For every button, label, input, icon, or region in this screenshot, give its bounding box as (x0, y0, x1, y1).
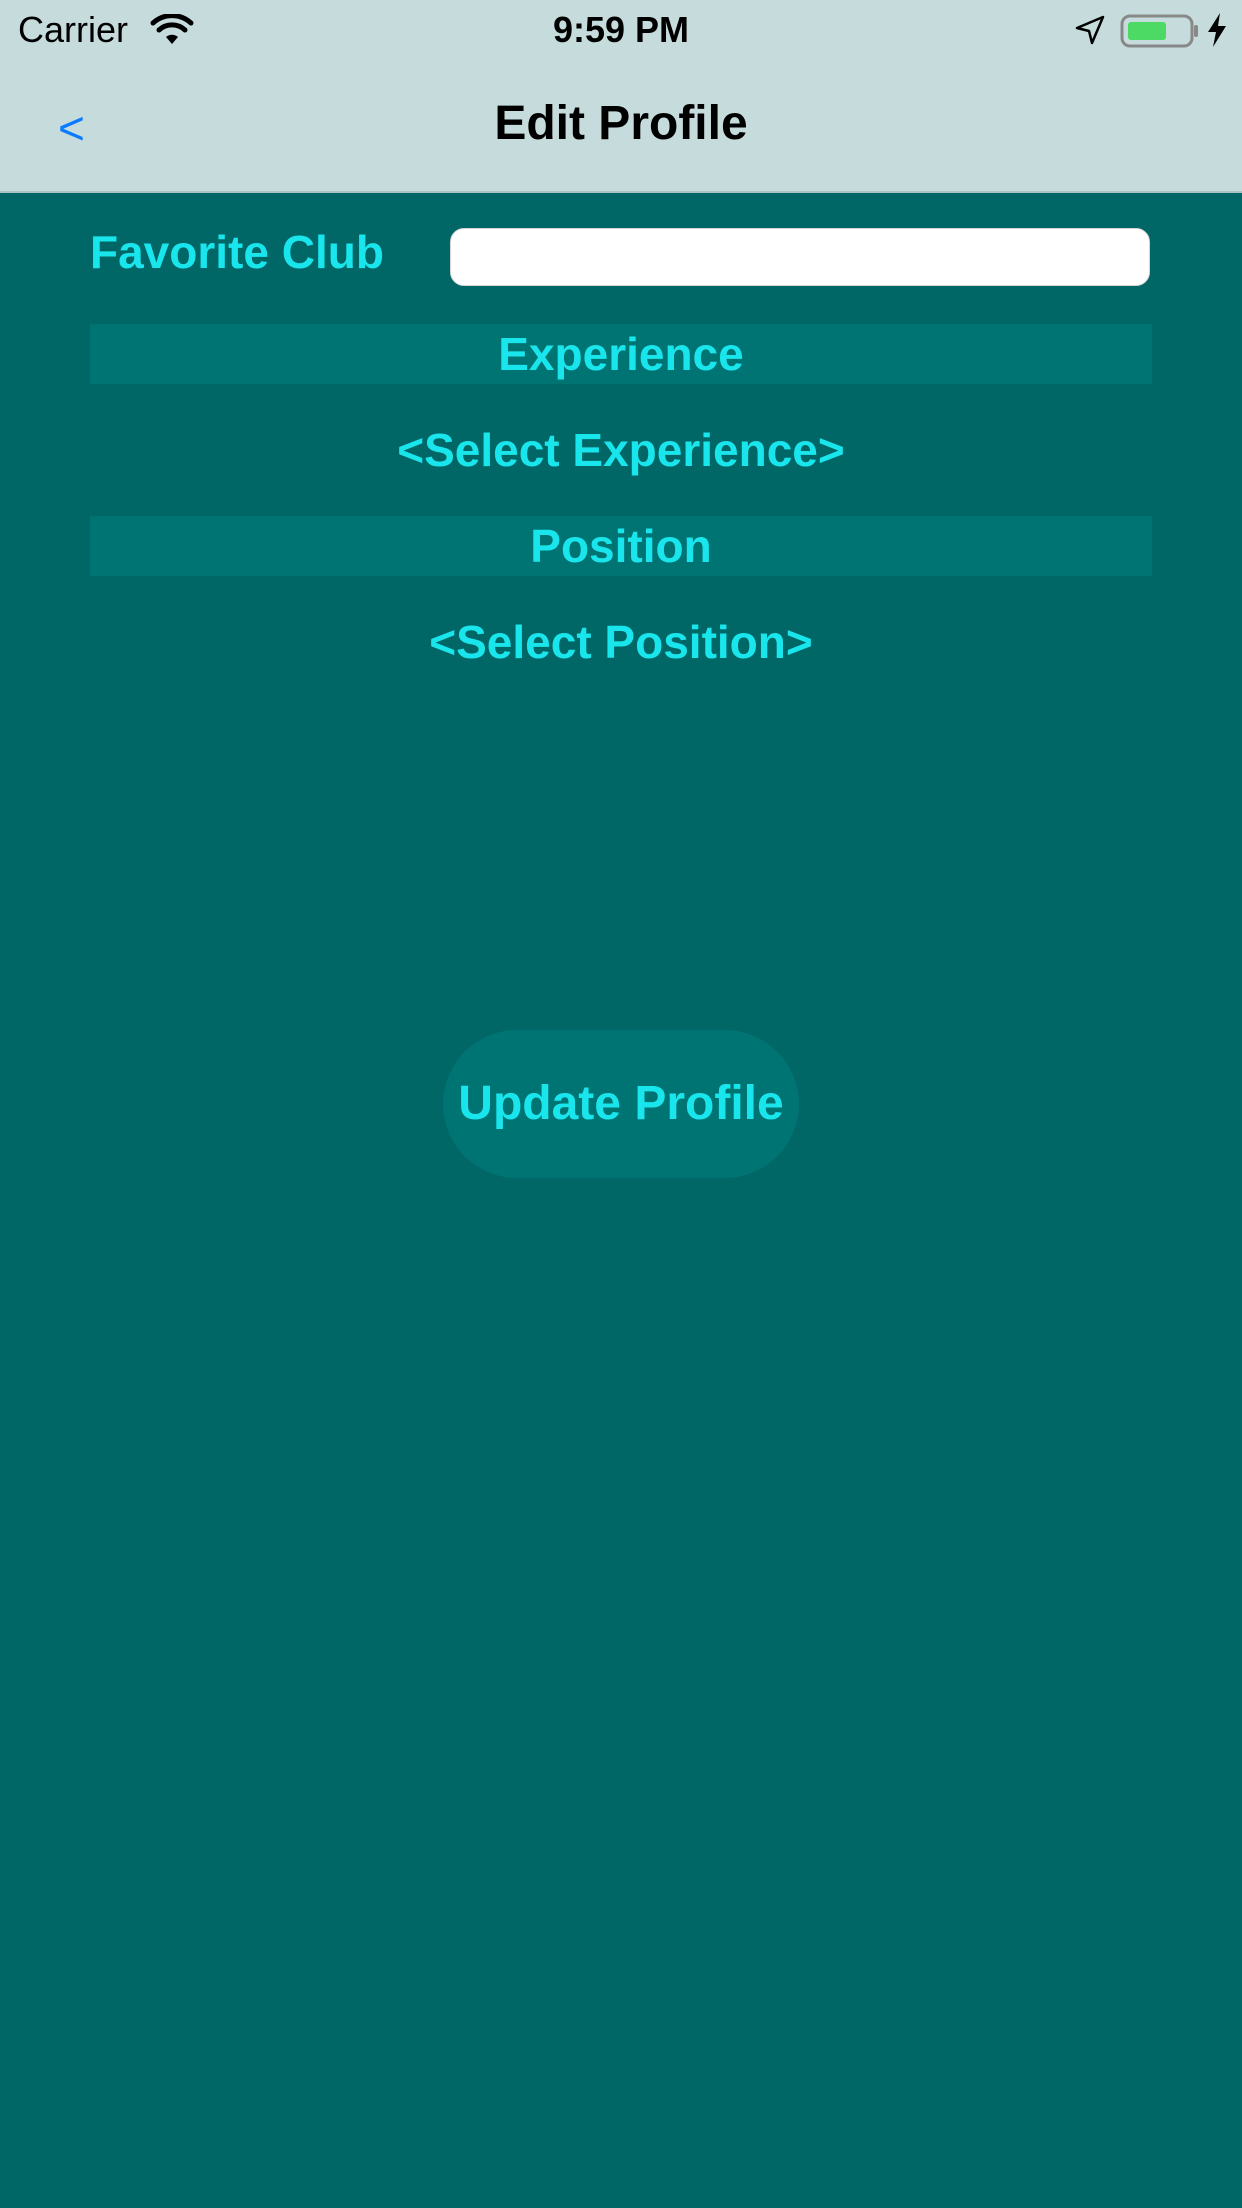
status-time: 9:59 PM (552, 9, 690, 50)
location-arrow-icon (1075, 15, 1105, 45)
favorite-club-input[interactable] (450, 228, 1150, 286)
update-profile-button[interactable]: Update Profile (443, 1030, 799, 1178)
page-title: Edit Profile (494, 97, 748, 150)
position-header: Position (90, 516, 1152, 576)
navigation-bar: < Edit Profile (0, 60, 1242, 193)
favorite-club-label: Favorite Club (90, 226, 384, 278)
experience-selector[interactable]: <Select Experience> (0, 420, 1242, 480)
position-selector[interactable]: <Select Position> (0, 612, 1242, 672)
charging-bolt-icon (1208, 13, 1226, 47)
status-bar: Carrier 9:59 PM (0, 0, 1242, 60)
experience-header: Experience (90, 324, 1152, 384)
battery-icon (1120, 14, 1198, 48)
